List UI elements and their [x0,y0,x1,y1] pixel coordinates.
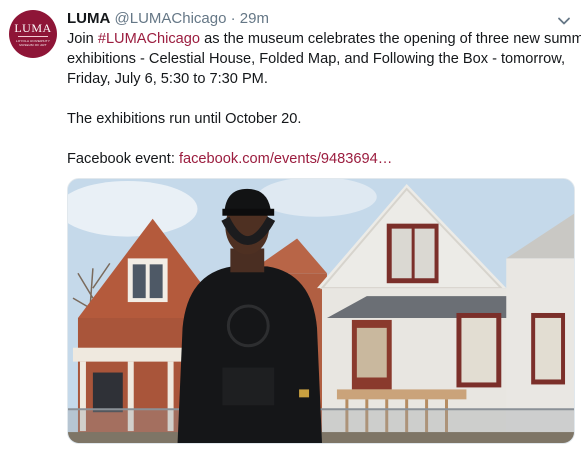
facebook-event-link[interactable]: facebook.com/events/9483694… [179,151,392,167]
display-name[interactable]: LUMA [67,10,110,27]
photo-illustration [68,179,574,443]
tweet-line-3: Friday, July 6, 5:30 to 7:30 PM. [67,71,268,87]
tweet-line-2: exhibitions - Celestial House, Folded Ma… [67,51,566,67]
facebook-label: Facebook event: [67,151,179,167]
avatar[interactable]: LUMA LOYOLA UNIVERSITY MUSEUM OF ART [9,10,57,58]
user-handle[interactable]: @LUMAChicago [115,10,227,27]
tweet-header: LUMA @LUMAChicago · 29m [67,9,269,29]
tweet-photo[interactable] [67,178,575,444]
tweet-line-4: The exhibitions run until October 20. [67,111,302,127]
tweet-line-5: Facebook event: facebook.com/events/9483… [67,149,567,169]
tweet-line-1: Join #LUMAChicago as the museum celebrat… [67,31,581,47]
header-separator: · [230,10,236,27]
avatar-logo-divider [18,35,48,37]
hashtag-link[interactable]: #LUMAChicago [98,31,200,47]
tweet-text: Join #LUMAChicago as the museum celebrat… [67,29,581,169]
avatar-logo-word: LUMA [14,20,52,35]
chevron-down-icon[interactable] [557,14,571,28]
tweet-timestamp[interactable]: 29m [240,10,269,27]
avatar-logo-subtext: LOYOLA UNIVERSITY MUSEUM OF ART [15,38,51,47]
